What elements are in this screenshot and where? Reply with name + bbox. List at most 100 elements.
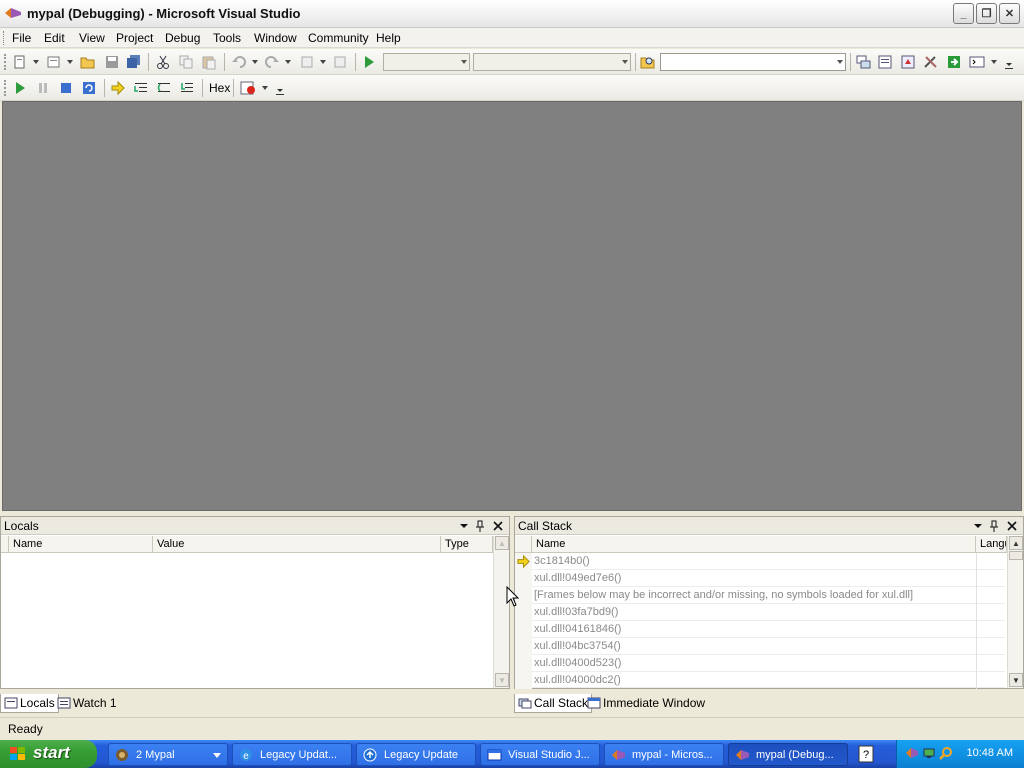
breakpoints-dropdown-icon[interactable] (262, 86, 268, 90)
call-stack-row[interactable]: 3c1814b0() (515, 553, 1005, 570)
column-header-value[interactable]: Value (153, 536, 441, 553)
call-stack-row[interactable]: xul.dll!03fa7bd9() (515, 604, 1005, 621)
call-stack-scrollbar[interactable]: ▲ ▼ (1007, 536, 1023, 688)
continue-icon[interactable] (12, 80, 28, 96)
open-folder-icon[interactable] (80, 54, 96, 70)
frame-language (976, 553, 1005, 570)
menu-tools[interactable]: Tools (213, 31, 241, 45)
toolbar-options-icon[interactable] (274, 80, 286, 96)
close-icon[interactable] (491, 519, 505, 533)
menu-edit[interactable]: Edit (44, 31, 65, 45)
toolbar-grip[interactable] (4, 54, 7, 70)
call-stack-row[interactable]: xul.dll!04161846() (515, 621, 1005, 638)
paste-icon[interactable] (201, 54, 217, 70)
taskbar-button-legacy-update[interactable]: Legacy Update (356, 743, 476, 766)
menu-grip[interactable] (3, 31, 6, 45)
column-header-name[interactable]: Name (532, 536, 976, 553)
taskbar-button-visual-studio[interactable]: Visual Studio J... (480, 743, 600, 766)
pin-icon[interactable] (473, 519, 487, 533)
tab-watch-1[interactable]: Watch 1 (54, 694, 120, 713)
call-stack-row[interactable]: xul.dll!04bc3754() (515, 638, 1005, 655)
scroll-thumb[interactable] (1009, 551, 1023, 560)
taskbar-button-legacy-update-ie[interactable]: e Legacy Updat... (232, 743, 352, 766)
vs-tray-icon[interactable] (905, 746, 919, 760)
undo-icon[interactable] (231, 54, 247, 70)
navigate-backward-icon[interactable] (299, 54, 315, 70)
break-all-icon[interactable] (35, 80, 51, 96)
command-window-icon[interactable] (969, 54, 985, 70)
hex-display-button[interactable]: Hex (209, 81, 230, 95)
step-into-icon[interactable] (133, 80, 149, 96)
menu-view[interactable]: View (79, 31, 105, 45)
properties-window-icon[interactable] (877, 54, 893, 70)
column-header-type[interactable]: Type (441, 536, 493, 553)
cut-icon[interactable] (155, 54, 171, 70)
navigate-forward-icon[interactable] (332, 54, 348, 70)
call-stack-row[interactable]: xul.dll!04000dc2() (515, 672, 1005, 689)
column-header-language[interactable]: Langu (976, 536, 1007, 553)
call-stack-row[interactable]: [Frames below may be incorrect and/or mi… (515, 587, 1005, 604)
navigate-backward-dropdown-icon[interactable] (320, 60, 326, 64)
call-stack-row[interactable]: xul.dll!0400d523() (515, 655, 1005, 672)
menu-file[interactable]: File (12, 31, 31, 45)
tab-call-stack[interactable]: Call Stack (514, 694, 593, 713)
taskbar-button-mypal-group[interactable]: 2 Mypal (108, 743, 228, 766)
taskbar-button-mypal-microsoft[interactable]: mypal - Micros... (604, 743, 724, 766)
add-item-dropdown-icon[interactable] (67, 60, 73, 64)
scroll-down-icon[interactable]: ▼ (495, 673, 509, 687)
copy-icon[interactable] (178, 54, 194, 70)
start-page-icon[interactable] (946, 54, 962, 70)
restart-icon[interactable] (81, 80, 97, 96)
find-in-files-icon[interactable] (640, 54, 656, 70)
menu-help[interactable]: Help (376, 31, 401, 45)
save-icon[interactable] (104, 54, 120, 70)
menu-community[interactable]: Community (308, 31, 369, 45)
menu-project[interactable]: Project (116, 31, 153, 45)
scroll-up-icon[interactable]: ▲ (495, 536, 509, 550)
window-position-dropdown-icon[interactable] (971, 519, 985, 533)
solution-explorer-icon[interactable] (855, 54, 871, 70)
minimize-button[interactable]: _ (953, 3, 974, 24)
save-all-icon[interactable] (126, 54, 142, 70)
locals-scrollbar[interactable]: ▲ ▼ (493, 536, 509, 688)
new-project-icon[interactable] (12, 54, 28, 70)
command-window-dropdown-icon[interactable] (991, 60, 997, 64)
stop-debugging-icon[interactable] (58, 80, 74, 96)
start-button[interactable]: start (0, 740, 97, 768)
frame-name: xul.dll!04161846() (534, 623, 622, 635)
solution-configuration-combo[interactable] (383, 53, 470, 71)
tab-locals[interactable]: Locals (0, 694, 59, 713)
menu-window[interactable]: Window (254, 31, 297, 45)
new-project-dropdown-icon[interactable] (33, 60, 39, 64)
object-browser-icon[interactable] (900, 54, 916, 70)
tab-immediate-window[interactable]: Immediate Window (584, 694, 708, 713)
column-header-name[interactable]: Name (9, 536, 153, 553)
add-item-icon[interactable] (46, 54, 62, 70)
scroll-down-icon[interactable]: ▼ (1009, 673, 1023, 687)
network-icon[interactable] (922, 746, 936, 760)
taskbar-button-mypal-debugging[interactable]: mypal (Debug... (728, 743, 848, 766)
undo-dropdown-icon[interactable] (252, 60, 258, 64)
redo-dropdown-icon[interactable] (285, 60, 291, 64)
scroll-up-icon[interactable]: ▲ (1009, 536, 1023, 550)
toolbox-icon[interactable] (923, 54, 939, 70)
window-position-dropdown-icon[interactable] (457, 519, 471, 533)
restore-button[interactable]: ❐ (976, 3, 997, 24)
redo-icon[interactable] (264, 54, 280, 70)
toolbar-grip[interactable] (4, 80, 7, 96)
step-out-icon[interactable] (179, 80, 195, 96)
pin-icon[interactable] (987, 519, 1001, 533)
close-button[interactable]: ✕ (999, 3, 1020, 24)
show-next-statement-icon[interactable] (110, 80, 126, 96)
step-over-icon[interactable] (156, 80, 172, 96)
breakpoints-window-icon[interactable] (240, 80, 256, 96)
help-icon[interactable]: ? (858, 745, 874, 763)
solution-platform-combo[interactable] (473, 53, 631, 71)
menu-debug[interactable]: Debug (165, 31, 200, 45)
find-combo[interactable] (660, 53, 846, 71)
start-debugging-icon[interactable] (361, 54, 377, 70)
search-icon[interactable] (939, 746, 953, 760)
toolbar-options-icon[interactable] (1003, 54, 1015, 70)
close-icon[interactable] (1005, 519, 1019, 533)
call-stack-row[interactable]: xul.dll!049ed7e6() (515, 570, 1005, 587)
